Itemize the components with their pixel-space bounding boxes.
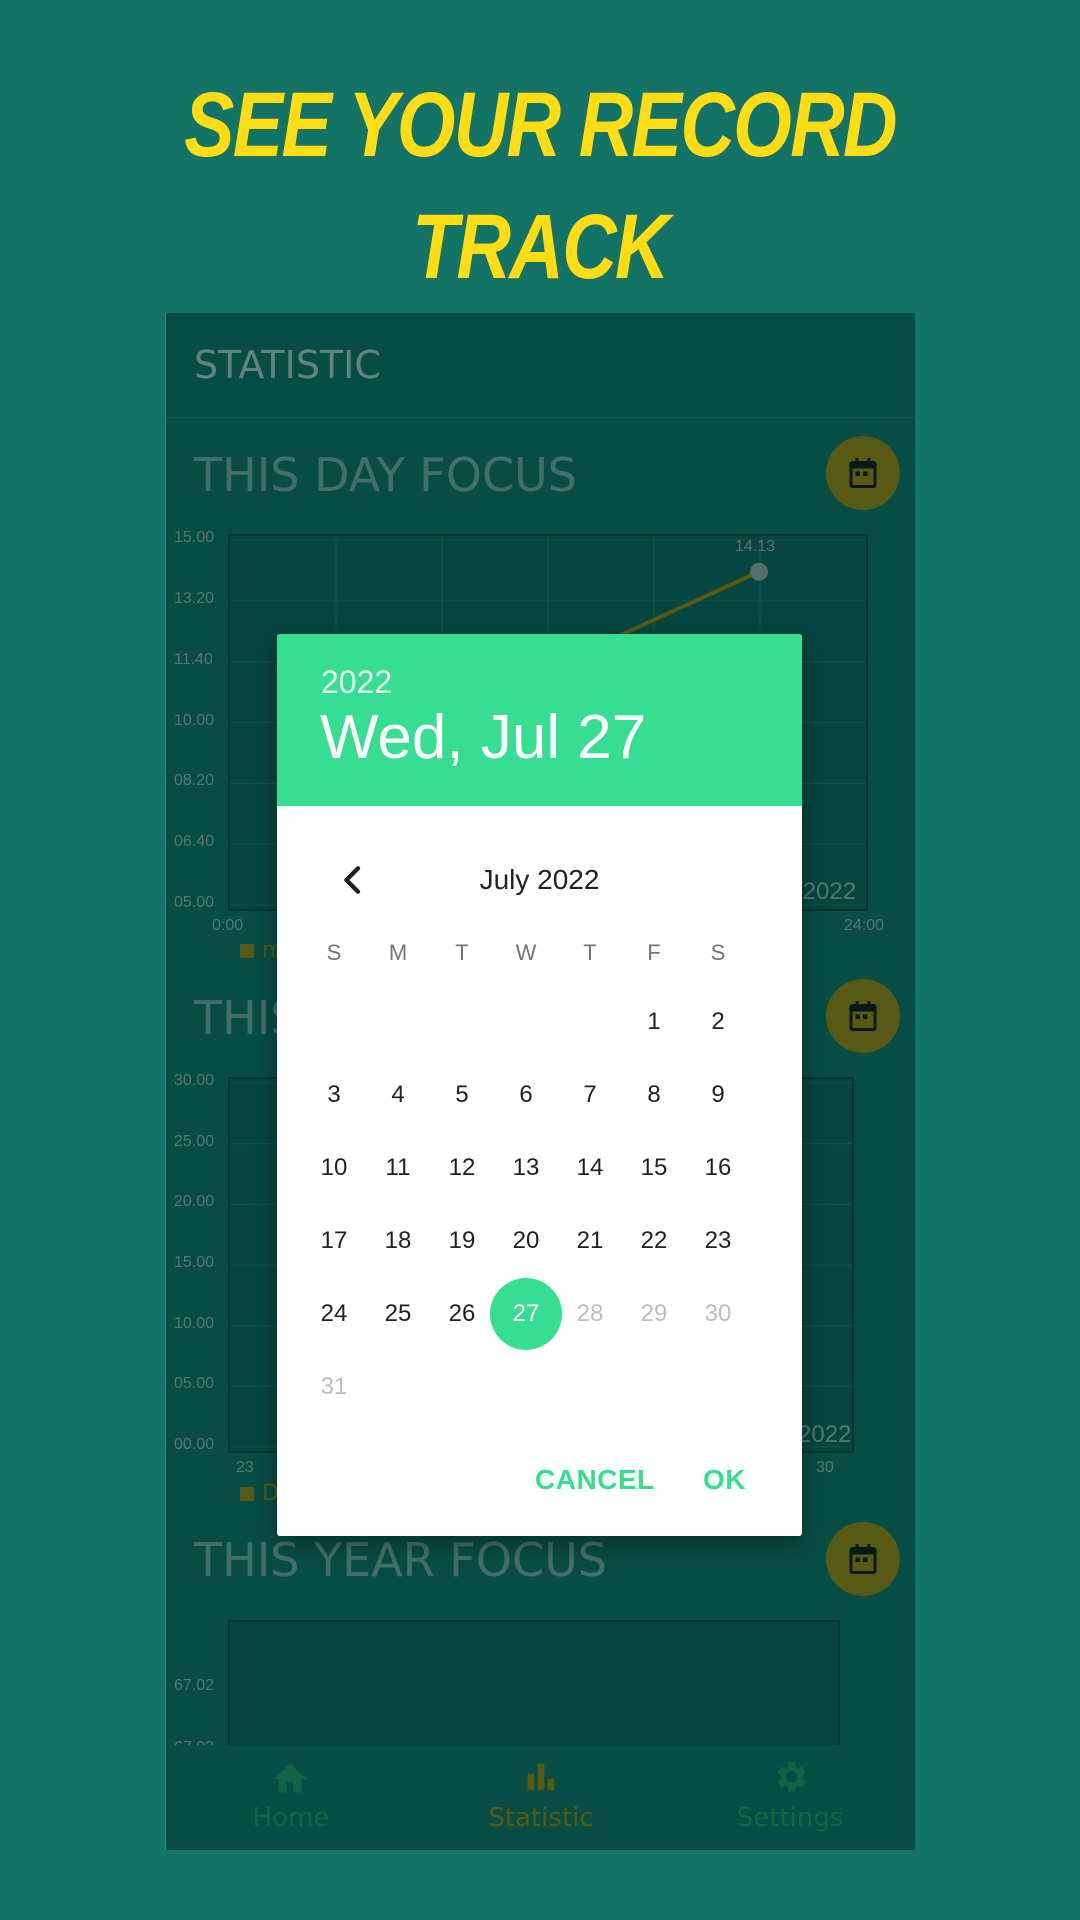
date-picker-header: 2022 Wed, Jul 27 xyxy=(277,634,802,806)
weekday-label: F xyxy=(647,940,661,965)
day-cell: 29 xyxy=(640,1300,668,1327)
promo-headline-line2: TRACK xyxy=(412,196,669,298)
day-cell[interactable]: 9 xyxy=(682,1059,754,1131)
weekday-label: M xyxy=(388,940,408,965)
day-cell[interactable]: 3 xyxy=(298,1059,370,1131)
day-cell[interactable]: 23 xyxy=(682,1205,754,1277)
day-cell[interactable]: 15 xyxy=(618,1132,690,1204)
day-cell[interactable]: 5 xyxy=(426,1059,498,1131)
date-picker-dialog: 2022 Wed, Jul 27 July 2022 SMTWTFS 12345… xyxy=(277,634,802,1536)
day-cell[interactable]: 4 xyxy=(362,1059,434,1131)
day-cell-selected[interactable]: 27 xyxy=(490,1278,562,1350)
selected-year[interactable]: 2022 xyxy=(321,664,392,701)
day-cell[interactable]: 26 xyxy=(426,1278,498,1350)
selected-date[interactable]: Wed, Jul 27 xyxy=(320,702,646,773)
cancel-button[interactable]: CANCEL xyxy=(535,1464,655,1496)
weekday-label: T xyxy=(455,940,469,965)
day-cell[interactable]: 1 xyxy=(618,986,690,1058)
day-cell: 30 xyxy=(704,1300,732,1327)
day-cell[interactable]: 18 xyxy=(362,1205,434,1277)
day-cell[interactable]: 24 xyxy=(298,1278,370,1350)
day-cell[interactable]: 13 xyxy=(490,1132,562,1204)
weekday-label: S xyxy=(710,940,726,965)
day-cell[interactable]: 25 xyxy=(362,1278,434,1350)
day-cell[interactable]: 12 xyxy=(426,1132,498,1204)
day-cell[interactable]: 8 xyxy=(618,1059,690,1131)
day-cell: 31 xyxy=(320,1373,348,1400)
day-cell: 28 xyxy=(576,1300,604,1327)
day-cell[interactable]: 10 xyxy=(298,1132,370,1204)
promo-headline-line1: SEE YOUR RECORD xyxy=(184,74,897,176)
day-cell[interactable]: 20 xyxy=(490,1205,562,1277)
day-cell[interactable]: 2 xyxy=(682,986,754,1058)
day-cell[interactable]: 16 xyxy=(682,1132,754,1204)
month-label: July 2022 xyxy=(479,864,600,895)
day-cell[interactable]: 7 xyxy=(554,1059,626,1131)
day-cell[interactable]: 6 xyxy=(490,1059,562,1131)
promo-headline: SEE YOUR RECORD TRACK xyxy=(0,64,1080,308)
day-cell[interactable]: 17 xyxy=(298,1205,370,1277)
day-cell[interactable]: 11 xyxy=(362,1132,434,1204)
ok-button[interactable]: OK xyxy=(703,1464,746,1496)
day-cell[interactable]: 14 xyxy=(554,1132,626,1204)
weekday-label: S xyxy=(326,940,342,965)
month-navigation: July 2022 xyxy=(277,852,802,908)
day-cell[interactable]: 22 xyxy=(618,1205,690,1277)
weekday-label: W xyxy=(515,940,537,965)
day-cell[interactable]: 21 xyxy=(554,1205,626,1277)
weekday-label: T xyxy=(583,940,597,965)
day-cell[interactable]: 19 xyxy=(426,1205,498,1277)
